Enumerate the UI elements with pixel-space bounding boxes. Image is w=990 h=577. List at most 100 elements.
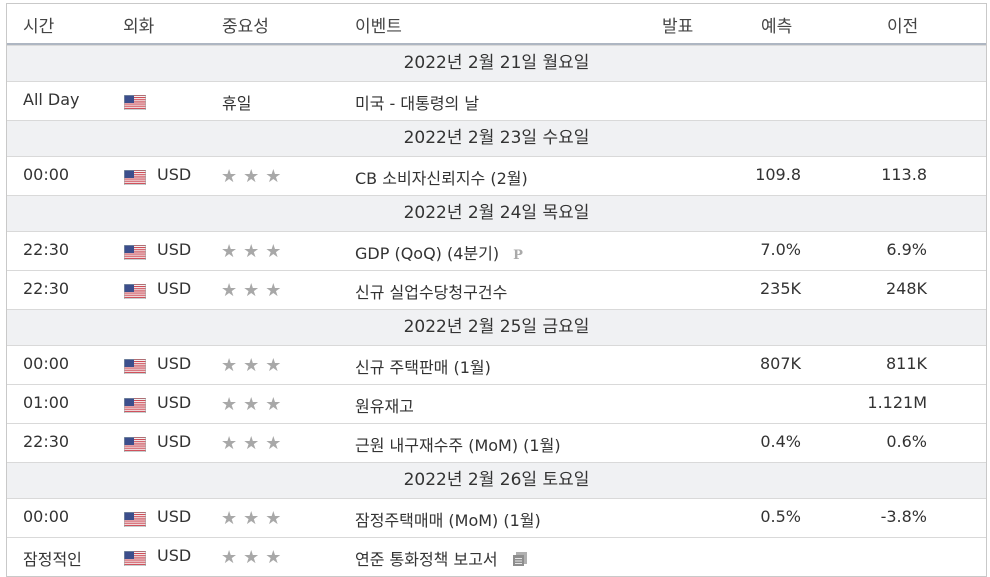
- table-row[interactable]: All Day 휴일 미국 - 대통령의 날: [7, 81, 986, 120]
- us-flag-icon: [124, 245, 146, 260]
- star-icon: ★: [221, 394, 238, 415]
- forecast-value: 235K: [759, 279, 801, 298]
- star-icon: ★: [243, 547, 260, 568]
- star-icon: ★: [265, 433, 282, 454]
- currency-code: USD: [157, 240, 192, 259]
- event-name[interactable]: 근원 내구재수주 (MoM) (1월): [355, 432, 561, 456]
- forecast-value: 807K: [759, 354, 801, 373]
- table-row[interactable]: 잠정적인 USD ★ ★ ★ 연준 통화정책 보고서: [7, 537, 986, 576]
- economic-calendar-table: 시간 외화 중요성 이벤트 발표 예측 이전 2022년 2월 21일 월요일 A…: [6, 3, 987, 577]
- date-label: 2022년 2월 26일 토요일: [403, 470, 590, 490]
- event-time: 22:30: [23, 240, 70, 259]
- event-time: 00:00: [23, 507, 70, 526]
- table-row[interactable]: 01:00 USD ★ ★ ★ 원유재고 1.121M: [7, 384, 986, 423]
- event-name[interactable]: 신규 실업수당청구건수: [355, 279, 507, 303]
- currency-code: USD: [157, 354, 192, 373]
- star-icon: ★: [265, 166, 282, 187]
- header-forecast[interactable]: 예측: [761, 12, 792, 37]
- header-currency[interactable]: 외화: [123, 12, 154, 37]
- star-icon: ★: [265, 241, 282, 262]
- currency-code: USD: [157, 507, 192, 526]
- forecast-value: 0.4%: [760, 432, 801, 451]
- event-name-text[interactable]: 원유재고: [355, 397, 414, 416]
- importance-stars: ★ ★ ★: [221, 356, 287, 375]
- date-label: 2022년 2월 21일 월요일: [403, 53, 590, 73]
- us-flag-icon: [124, 437, 146, 452]
- importance-stars: ★ ★ ★: [221, 395, 287, 414]
- event-name-text[interactable]: 잠정주택매매 (MoM) (1월): [355, 511, 541, 530]
- event-name[interactable]: 연준 통화정책 보고서: [355, 546, 528, 570]
- star-icon: ★: [243, 433, 260, 454]
- forecast-value: 109.8: [755, 165, 801, 184]
- currency-code: USD: [157, 432, 192, 451]
- importance-stars: ★ ★ ★: [221, 548, 287, 567]
- event-name[interactable]: 신규 주택판매 (1월): [355, 354, 491, 378]
- event-name-text[interactable]: 연준 통화정책 보고서: [355, 550, 498, 569]
- star-icon: ★: [221, 280, 238, 301]
- table-row[interactable]: 00:00 USD ★ ★ ★ 잠정주택매매 (MoM) (1월) 0.5% -3.8%: [7, 498, 986, 537]
- currency-code: USD: [157, 279, 192, 298]
- event-name-text[interactable]: 신규 주택판매 (1월): [355, 358, 491, 377]
- event-time: 잠정적인: [23, 550, 82, 569]
- currency-code: USD: [157, 165, 192, 184]
- header-actual[interactable]: 발표: [662, 12, 693, 37]
- date-group-row: 2022년 2월 21일 월요일: [7, 45, 986, 81]
- event-name[interactable]: 원유재고: [355, 393, 414, 417]
- event-name-text[interactable]: 신규 실업수당청구건수: [355, 283, 507, 302]
- event-name[interactable]: 잠정주택매매 (MoM) (1월): [355, 507, 541, 531]
- event-name[interactable]: 미국 - 대통령의 날: [355, 90, 479, 114]
- date-group-row: 2022년 2월 25일 금요일: [7, 309, 986, 345]
- table-row[interactable]: 22:30 USD ★ ★ ★ 신규 실업수당청구건수 235K 248K: [7, 270, 986, 309]
- date-group-row: 2022년 2월 26일 토요일: [7, 462, 986, 498]
- importance-stars: ★ ★ ★: [221, 509, 287, 528]
- header-previous[interactable]: 이전: [887, 12, 918, 37]
- forecast-value: 7.0%: [760, 240, 801, 259]
- table-row[interactable]: 00:00 USD ★ ★ ★ 신규 주택판매 (1월) 807K 811K: [7, 345, 986, 384]
- star-icon: ★: [243, 280, 260, 301]
- header-importance[interactable]: 중요성: [222, 12, 269, 37]
- us-flag-icon: [124, 170, 146, 185]
- importance-stars: ★ ★ ★: [221, 167, 287, 186]
- star-icon: ★: [265, 280, 282, 301]
- date-group-row: 2022년 2월 24일 목요일: [7, 195, 986, 231]
- star-icon: ★: [265, 394, 282, 415]
- table-row[interactable]: 22:30 USD ★ ★ ★ GDP (QoQ) (4분기) P 7.0% 6.9%: [7, 231, 986, 270]
- event-time: All Day: [23, 90, 80, 109]
- star-icon: ★: [243, 241, 260, 262]
- star-icon: ★: [265, 547, 282, 568]
- header-time[interactable]: 시간: [23, 12, 54, 37]
- star-icon: ★: [243, 394, 260, 415]
- importance-stars: ★ ★ ★: [221, 281, 287, 300]
- star-icon: ★: [243, 508, 260, 529]
- importance-stars: ★ ★ ★: [221, 242, 287, 261]
- table-header: 시간 외화 중요성 이벤트 발표 예측 이전: [7, 4, 986, 45]
- importance-stars: ★ ★ ★: [221, 434, 287, 453]
- previous-value: 1.121M: [867, 393, 927, 412]
- currency-code: USD: [157, 393, 192, 412]
- us-flag-icon: [124, 398, 146, 413]
- star-icon: ★: [243, 355, 260, 376]
- star-icon: ★: [221, 241, 238, 262]
- event-time: 00:00: [23, 354, 70, 373]
- star-icon: ★: [221, 433, 238, 454]
- previous-value: 248K: [885, 279, 927, 298]
- star-icon: ★: [265, 355, 282, 376]
- event-name[interactable]: GDP (QoQ) (4분기) P: [355, 240, 523, 264]
- us-flag-icon: [124, 95, 146, 110]
- us-flag-icon: [124, 512, 146, 527]
- table-row[interactable]: 00:00 USD ★ ★ ★ CB 소비자신뢰지수 (2월) 109.8 113.8: [7, 156, 986, 195]
- event-name-text[interactable]: 근원 내구재수주 (MoM) (1월): [355, 436, 561, 455]
- event-name-text[interactable]: CB 소비자신뢰지수 (2월): [355, 169, 528, 188]
- star-icon: ★: [265, 508, 282, 529]
- report-document-icon[interactable]: [512, 551, 528, 567]
- event-name-text[interactable]: 미국 - 대통령의 날: [355, 94, 479, 113]
- event-time: 00:00: [23, 165, 70, 184]
- event-name-text[interactable]: GDP (QoQ) (4분기): [355, 244, 499, 263]
- forecast-value: 0.5%: [760, 507, 801, 526]
- us-flag-icon: [124, 284, 146, 299]
- table-row[interactable]: 22:30 USD ★ ★ ★ 근원 내구재수주 (MoM) (1월) 0.4% 0.6%: [7, 423, 986, 462]
- event-time: 22:30: [23, 432, 70, 451]
- header-event[interactable]: 이벤트: [355, 12, 402, 37]
- currency-code: USD: [157, 546, 192, 565]
- event-name[interactable]: CB 소비자신뢰지수 (2월): [355, 165, 528, 189]
